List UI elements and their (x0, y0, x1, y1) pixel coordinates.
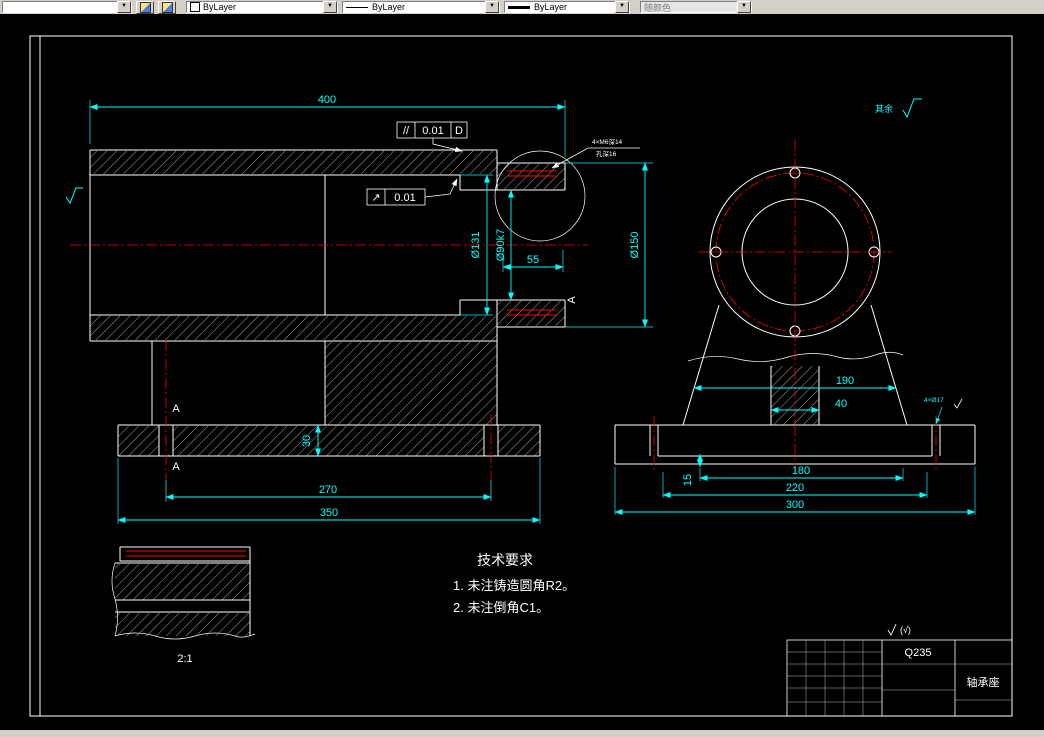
part-name-label: 轴承座 (967, 675, 1000, 689)
dim-300: 300 (786, 499, 804, 511)
dim-270: 270 (319, 484, 337, 496)
dim-400: 400 (318, 94, 336, 106)
chevron-down-icon[interactable]: ▼ (117, 1, 131, 13)
color-swatch-icon (190, 2, 200, 12)
section-label-a2: A (172, 461, 180, 473)
dim-150: Ø150 (629, 232, 641, 259)
tech-req-item1: 1. 未注铸造圆角R2。 (453, 578, 575, 593)
dim-220: 220 (786, 482, 804, 494)
dim-350: 350 (320, 507, 338, 519)
dim-40: 40 (835, 398, 847, 410)
tol2-value: 0.01 (394, 192, 415, 204)
layer-previous-button[interactable] (158, 0, 176, 14)
chevron-down-icon[interactable]: ▼ (737, 1, 751, 13)
hatch-bottom-wall (90, 316, 497, 340)
linetype-combo-value: ByLayer (372, 2, 406, 12)
hatch-rib (325, 342, 497, 425)
dim-15: 15 (682, 474, 694, 486)
hatch-detail-bottom (115, 613, 250, 636)
plotstyle-combo-value: 随颜色 (644, 2, 672, 13)
autocad-window: ▼ ByLayer ▼ ByLayer ▼ ByLayer ▼ 随颜色 ▼ 40… (0, 0, 1044, 737)
surface-note: (√) (900, 625, 911, 635)
tech-req-title: 技术要求 (477, 552, 533, 568)
chevron-down-icon[interactable]: ▼ (615, 1, 629, 13)
lineweight-combo-value: ByLayer (534, 2, 568, 12)
dim-190: 190 (836, 375, 854, 387)
status-bar-strip (0, 730, 1044, 737)
make-object-layer-current-button[interactable] (136, 0, 154, 14)
hatch-flange-bottom (497, 301, 565, 326)
linetype-preview-icon (346, 6, 368, 8)
drawing-canvas[interactable]: 400 55 Ø131 Ø90k7 Ø150 30 270 350 // 0.0… (0, 0, 1044, 737)
layer-combo[interactable]: ▼ (2, 1, 132, 13)
lineweight-combo[interactable]: ByLayer ▼ (504, 1, 630, 13)
hatch-top-wall (90, 151, 497, 174)
layer-previous-icon (161, 1, 173, 13)
chevron-down-icon[interactable]: ▼ (485, 1, 499, 13)
callout-line1: 4×M6深14 (592, 137, 623, 146)
section-label-a3: A (566, 296, 578, 304)
tol1-symbol: // (403, 125, 410, 137)
dim-90k7: Ø90k7 (495, 229, 507, 261)
layer-tool-icon (139, 1, 151, 13)
plotstyle-combo[interactable]: 随颜色 ▼ (640, 1, 752, 13)
color-combo[interactable]: ByLayer ▼ (186, 1, 338, 13)
hatch-base (118, 426, 540, 456)
lineweight-preview-icon (508, 5, 530, 9)
dim-30: 30 (301, 435, 313, 447)
tol2-symbol: ↗ (371, 192, 380, 204)
tol1-value: 0.01 (422, 125, 443, 137)
dim-131: Ø131 (470, 232, 482, 259)
linetype-combo[interactable]: ByLayer ▼ (342, 1, 500, 13)
properties-toolbar: ▼ ByLayer ▼ ByLayer ▼ ByLayer ▼ 随颜色 ▼ (0, 0, 1044, 14)
dim-55: 55 (527, 254, 539, 266)
callout-base-holes: 4×Ø17 (924, 397, 944, 404)
chevron-down-icon[interactable]: ▼ (323, 1, 337, 13)
hatch-detail-top (115, 564, 250, 600)
material-label: Q235 (905, 647, 932, 659)
callout-line2: 孔深16 (596, 149, 617, 158)
tol1-datum: D (455, 125, 463, 137)
surface-rest-label: 其余 (875, 103, 893, 114)
detail-scale-label: 2:1 (177, 653, 192, 665)
section-label-a1: A (172, 403, 180, 415)
dim-180: 180 (792, 465, 810, 477)
tech-req-item2: 2. 未注倒角C1。 (453, 600, 549, 615)
color-combo-value: ByLayer (203, 2, 237, 12)
